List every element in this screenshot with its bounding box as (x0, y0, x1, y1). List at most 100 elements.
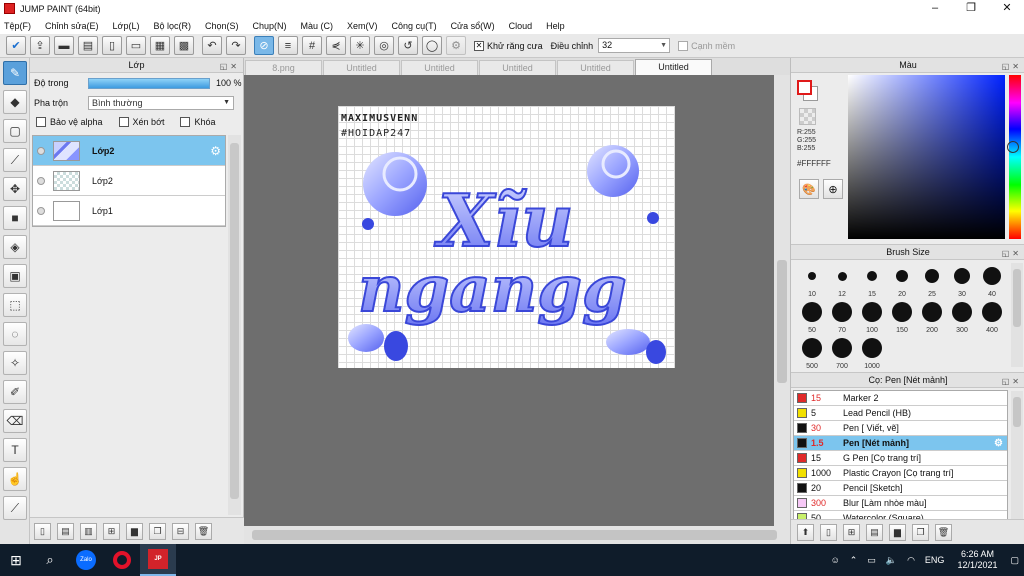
panel-float-close-icon[interactable]: ◱✕ (1002, 59, 1022, 74)
close-icon[interactable]: ✕ (990, 0, 1024, 17)
folder-icon[interactable]: ▆ (889, 523, 906, 541)
windows-start-icon[interactable]: ⊞ (0, 544, 32, 576)
pen-list-item[interactable]: 300 Blur [Làm nhòe màu] (794, 496, 1007, 511)
duplicate-brush-icon[interactable]: ❐ (912, 523, 929, 541)
panel-float-close-icon[interactable]: ◱✕ (220, 59, 240, 74)
canvas-horizontal-scrollbar[interactable] (244, 526, 790, 544)
people-icon[interactable]: ☺ (831, 555, 840, 565)
tab-document[interactable]: Untitled (323, 60, 400, 75)
foreground-color-swatch[interactable] (797, 80, 812, 95)
brush-size-option[interactable]: 500 (797, 334, 827, 370)
curve-icon[interactable]: ↺ (398, 36, 418, 55)
magic-wand-tool-icon[interactable]: ✧ (3, 351, 27, 375)
eyedropper-tool-icon[interactable]: ⟋ (3, 496, 27, 520)
menu-view[interactable]: Xem(V) (347, 21, 378, 31)
add-layer-dropdown-icon[interactable]: ⊞ (103, 522, 120, 540)
document-icon[interactable]: ▭ (126, 36, 146, 55)
bucket-fill-tool-icon[interactable]: ◈ (3, 235, 27, 259)
trash-icon[interactable]: 🗑 (935, 523, 952, 541)
language-indicator[interactable]: ENG (925, 555, 945, 565)
brush-size-option[interactable]: 40 (977, 262, 1007, 298)
maximize-icon[interactable]: ❐ (954, 0, 988, 17)
minimize-icon[interactable]: – (918, 0, 952, 17)
eraser-tool-icon[interactable]: ◆ (3, 90, 27, 114)
brush-size-option[interactable]: 150 (887, 298, 917, 334)
opacity-slider[interactable] (88, 77, 210, 89)
lock-option[interactable]: Khóa (180, 117, 216, 127)
cloud-icon[interactable]: ✔ (6, 36, 26, 55)
scrollbar-thumb[interactable] (777, 260, 787, 383)
lock-checkbox[interactable] (180, 117, 191, 127)
select-pen-tool-icon[interactable]: ✐ (3, 380, 27, 404)
protect-alpha-checkbox[interactable] (36, 117, 46, 127)
chevron-up-icon[interactable]: ⌃ (850, 555, 858, 566)
zalo-app-icon[interactable]: Zalo (68, 544, 104, 576)
brush-size-option[interactable]: 15 (857, 262, 887, 298)
panel-layout-icon[interactable]: ▦ (150, 36, 170, 55)
protect-alpha-option[interactable]: Bảo vệ alpha (36, 117, 103, 127)
palette-icon[interactable]: 🎨 (799, 179, 819, 199)
parallel-lines-icon[interactable]: ≡ (278, 36, 298, 55)
duplicate-layer-icon[interactable]: ❐ (149, 522, 166, 540)
comment-icon[interactable]: ▤ (78, 36, 98, 55)
radial-lines-icon[interactable]: ✳ (350, 36, 370, 55)
brush-size-option[interactable]: 20 (887, 262, 917, 298)
pen-scrollbar[interactable] (1011, 391, 1023, 519)
menu-cloud[interactable]: Cloud (509, 21, 533, 31)
undo-icon[interactable]: ↶ (202, 36, 222, 55)
clip-option[interactable]: Xén bớt (118, 117, 164, 127)
menu-capture[interactable]: Chụp(N) (253, 21, 287, 31)
settings-gear-icon[interactable]: ⚙ (446, 36, 466, 55)
brush-size-option[interactable]: 50 (797, 298, 827, 334)
menu-tools[interactable]: Công cụ(T) (392, 21, 437, 31)
notifications-icon[interactable]: ▢ (1010, 555, 1019, 566)
layer-settings-gear-icon[interactable]: ⚙ (210, 144, 221, 158)
visibility-icon[interactable] (37, 146, 45, 155)
folder-icon[interactable]: ▆ (126, 522, 143, 540)
menu-window[interactable]: Cửa sổ(W) (451, 21, 495, 31)
scrollbar-thumb[interactable] (1013, 397, 1021, 427)
speech-bubble-icon[interactable]: ▬ (54, 36, 74, 55)
gradient-tool-icon[interactable]: ▣ (3, 264, 27, 288)
move-tool-icon[interactable]: ✥ (3, 177, 27, 201)
brush-size-option[interactable]: 1000 (857, 334, 887, 370)
concentric-circles-icon[interactable]: ◎ (374, 36, 394, 55)
wifi-icon[interactable]: ◠ (907, 555, 915, 566)
upload-brush-icon[interactable]: ⬆ (797, 523, 814, 541)
brush-size-option[interactable]: 12 (827, 262, 857, 298)
tab-document-active[interactable]: Untitled (635, 59, 712, 75)
brush-scrollbar[interactable] (1011, 263, 1023, 367)
brush-info-icon[interactable]: ▤ (866, 523, 883, 541)
hand-tool-icon[interactable]: ☝ (3, 467, 27, 491)
tab-document[interactable]: Untitled (401, 60, 478, 75)
pen-list-item[interactable]: 15 G Pen [Cọ trang trí] (794, 451, 1007, 466)
smoothing-checkbox[interactable] (678, 40, 689, 51)
canvas-vertical-scrollbar[interactable] (774, 75, 790, 526)
clock[interactable]: 6:26 AM 12/1/2021 (957, 549, 997, 571)
adjust-input[interactable]: 32 ▼ (598, 38, 671, 53)
color-picker-icon[interactable]: ⊕ (823, 179, 843, 199)
smoothing-option[interactable]: Cạnh mềm (678, 40, 740, 51)
layer-scrollbar[interactable] (228, 135, 241, 515)
menu-help[interactable]: Help (546, 21, 565, 31)
menu-edit[interactable]: Chỉnh sửa(E) (45, 21, 99, 31)
visibility-icon[interactable] (37, 206, 45, 215)
hue-knob[interactable] (1007, 141, 1019, 153)
scrollbar-thumb[interactable] (230, 143, 239, 499)
vanishing-point-icon[interactable]: ⋞ (326, 36, 346, 55)
brush-tool-icon[interactable]: ✎ (3, 61, 27, 85)
brush-size-option[interactable]: 100 (857, 298, 887, 334)
pen-list-item[interactable]: 20 Pencil [Sketch] (794, 481, 1007, 496)
lasso-tool-icon[interactable]: ◌ (3, 322, 27, 346)
brush-size-option[interactable]: 30 (947, 262, 977, 298)
layer-row[interactable]: Lớp2 (33, 166, 225, 196)
share-icon[interactable]: ⇪ (30, 36, 50, 55)
select-eraser-tool-icon[interactable]: ⌫ (3, 409, 27, 433)
new-brush-icon[interactable]: ▯ (820, 523, 837, 541)
fill-rect-tool-icon[interactable]: ■ (3, 206, 27, 230)
menu-filter[interactable]: Bộ lọc(R) (153, 21, 191, 31)
crosshatch-icon[interactable]: # (302, 36, 322, 55)
volume-icon[interactable]: 🔈 (886, 555, 897, 566)
brush-size-option[interactable]: 70 (827, 298, 857, 334)
transparent-color-swatch[interactable] (799, 108, 816, 125)
